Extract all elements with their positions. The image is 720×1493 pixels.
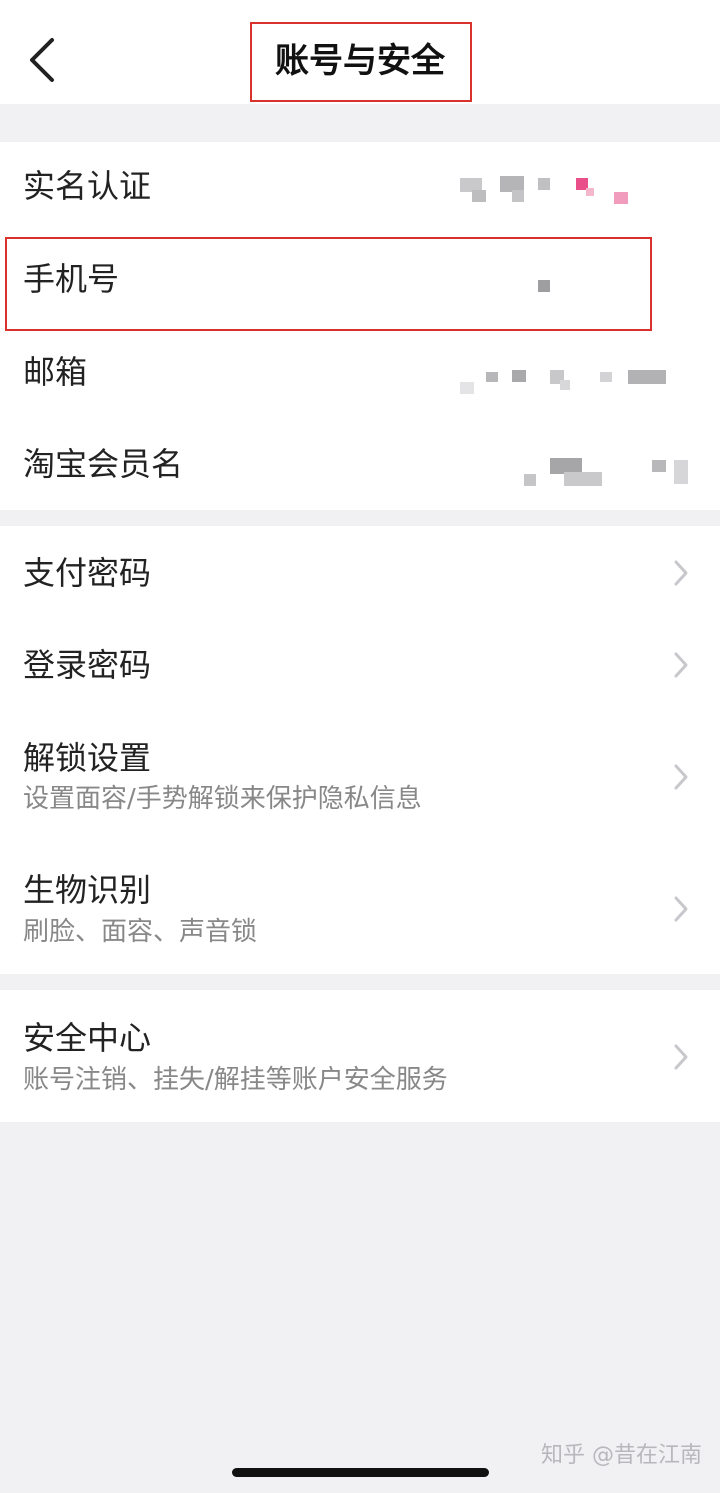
biometrics-subtitle: 刷脸、面容、声音锁	[23, 917, 258, 947]
navigation-bar: 账号与安全	[0, 0, 720, 104]
phone-highlight-box	[5, 237, 652, 331]
security-settings-section: 支付密码 登录密码 解锁设置 设置面容/手势解锁来保护隐私信息 生物识别 刷脸、…	[0, 526, 720, 974]
security-center-row[interactable]: 安全中心 账号注销、挂失/解挂等账户安全服务	[0, 990, 720, 1122]
login-password-label: 登录密码	[23, 646, 152, 684]
security-center-label: 安全中心	[23, 1019, 152, 1057]
chevron-right-icon	[674, 560, 688, 586]
biometrics-label: 生物识别	[23, 871, 152, 909]
taobao-member-label: 淘宝会员名	[23, 445, 184, 483]
payment-password-label: 支付密码	[23, 554, 152, 592]
chevron-right-icon	[674, 764, 688, 790]
email-row[interactable]: 邮箱	[0, 326, 720, 418]
unlock-settings-row[interactable]: 解锁设置 设置面容/手势解锁来保护隐私信息	[0, 710, 720, 842]
home-indicator[interactable]	[232, 1468, 489, 1477]
title-highlight-box	[250, 22, 472, 102]
unlock-settings-label: 解锁设置	[23, 739, 152, 777]
payment-password-row[interactable]: 支付密码	[0, 526, 720, 618]
chevron-right-icon	[674, 652, 688, 678]
watermark: 知乎 @昔在江南	[541, 1443, 702, 1468]
account-info-section: 实名认证 手机号 邮箱 淘宝会员名	[0, 142, 720, 510]
redacted-value	[460, 174, 630, 206]
login-password-row[interactable]: 登录密码	[0, 618, 720, 710]
real-name-row[interactable]: 实名认证	[0, 142, 720, 234]
security-center-subtitle: 账号注销、挂失/解挂等账户安全服务	[23, 1065, 448, 1095]
redacted-value	[520, 456, 700, 488]
taobao-member-row[interactable]: 淘宝会员名	[0, 418, 720, 510]
unlock-settings-subtitle: 设置面容/手势解锁来保护隐私信息	[23, 784, 422, 814]
chevron-right-icon	[674, 1044, 688, 1070]
email-label: 邮箱	[23, 353, 88, 391]
real-name-label: 实名认证	[23, 167, 152, 205]
chevron-right-icon	[674, 896, 688, 922]
biometrics-row[interactable]: 生物识别 刷脸、面容、声音锁	[0, 842, 720, 974]
redacted-value	[460, 366, 670, 396]
security-center-section: 安全中心 账号注销、挂失/解挂等账户安全服务	[0, 990, 720, 1122]
